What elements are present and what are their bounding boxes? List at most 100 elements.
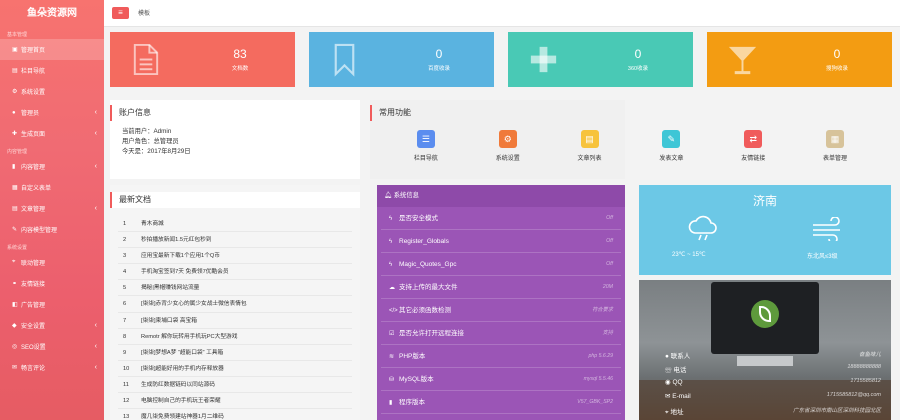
sidebar-item-generate-pages[interactable]: ✚ 生成页面 ‹ [0, 123, 104, 144]
chevron-left-icon: ‹ [94, 322, 97, 329]
stat-card-documents[interactable]: 83 文档数 [110, 32, 295, 87]
person-icon: ● [665, 353, 669, 360]
list-item[interactable]: 11 生成防红数据链码以同站源码 [118, 377, 352, 394]
contact-phone: ☏ 电话 18888888888 [665, 364, 881, 374]
list-item[interactable]: 8 Remotr 解你玩转用手机玩PC大型游戏 [118, 329, 352, 345]
home-icon: ▣ [12, 47, 18, 53]
function-form-manage[interactable]: ▦ 表单管理 [808, 130, 863, 162]
sidebar-item-ads[interactable]: ◧ 广告管理 [0, 294, 104, 315]
chevron-left-icon: ‹ [94, 109, 97, 116]
system-row: </>其它必须函数检测 符合要求 [381, 299, 621, 322]
account-panel: 账户信息 当前用户：Admin 用户角色：总管理员 今天是：2017年8月29日 [110, 100, 360, 179]
stat-label: 文档数 [231, 66, 249, 72]
cloud-upload-icon: ☁ [389, 285, 395, 291]
sidebar-item-home[interactable]: ▣ 管理首页 [0, 39, 104, 60]
list-item[interactable]: 2 秒拍播放新闻1.5元红包秒到 [118, 232, 352, 249]
sidebar-item-friend-links[interactable]: ⚭ 友情链接 [0, 273, 104, 294]
contact-person: ● 联系人 奋鱼味儿 [665, 352, 881, 360]
list-item[interactable]: 3 应用宝最新下载1个应用1个Q币 [118, 248, 352, 265]
monitor-image [711, 282, 819, 354]
stat-card-baidu[interactable]: 0 百度收录 [309, 32, 494, 87]
bookmark-icon [334, 43, 355, 77]
sidebar-item-security[interactable]: ◆ 安全设置 ‹ [0, 315, 104, 336]
function-system-settings[interactable]: ⚙ 系统设置 [480, 130, 535, 162]
link-icon: ⇄ [744, 130, 763, 148]
current-user: 当前用户：Admin [122, 128, 172, 135]
stat-card-360[interactable]: 0 360收录 [508, 32, 693, 87]
sidebar-item-column-nav[interactable]: ▤ 栏目导航 [0, 60, 104, 81]
location-icon: ⌖ [665, 409, 669, 416]
article-icon: ▤ [12, 206, 18, 212]
bell-icon: 🔔︎ [384, 192, 394, 199]
model-icon: ✎ [12, 227, 18, 233]
sidebar-item-content[interactable]: ▮ 内容管理 ‹ [0, 156, 104, 177]
stat-value: 0 [435, 47, 443, 61]
comment-icon: ✉ [12, 365, 18, 371]
list-item[interactable]: 9 [柒柒]梦想A梦 “超能口袋” 工具箱 [118, 345, 352, 361]
file-icon: ▤ [580, 130, 599, 148]
account-title: 账户信息 [110, 105, 360, 121]
system-row: ϟ Magic_Quotes_Gpc Off [381, 253, 621, 276]
list-item[interactable]: 1 青木商城 [118, 216, 352, 233]
system-row: ϟ Register_Globals Off [381, 230, 621, 253]
checkbox-icon: ☑ [389, 331, 395, 337]
qq-icon: ◉ [665, 379, 671, 386]
sidebar-item-comments[interactable]: ✉ 畅言评论 ‹ [0, 357, 104, 378]
system-info-panel: 🔔︎ 系统信息 ϟ 是否安全模式 Off ϟ Register_Globals Off … [377, 185, 625, 420]
function-friend-links[interactable]: ⇄ 友情链接 [726, 130, 781, 162]
contact-email: ✉ E-mail 1715585812@qq.com [665, 392, 881, 400]
nav-section-title: 系统设置 [7, 245, 28, 251]
stat-value: 0 [634, 47, 642, 61]
document-icon [133, 43, 159, 76]
sidebar-item-admins[interactable]: ● 管理员 ‹ [0, 102, 104, 123]
nav-section-title: 内容管理 [7, 149, 28, 155]
user-icon: ● [12, 109, 16, 116]
stat-label: 搜狗收录 [825, 66, 848, 72]
weather-wind: 东北风≤3级 [807, 254, 838, 260]
menu-icon: ☰ [416, 130, 435, 148]
gear-icon: ⚙ [498, 130, 517, 148]
menu-toggle-button[interactable]: ≡ [112, 7, 129, 19]
list-item[interactable]: 6 [柒柒]赤背少女心的属少女战士微信表情包 [118, 296, 352, 313]
system-row: ⛁ MySQL版本 mysql 5.5.46 [381, 368, 621, 391]
function-article-list[interactable]: ▤ 文章列表 [562, 130, 617, 162]
doc-icon: ▮ [12, 164, 16, 170]
stat-card-sogou[interactable]: 0 搜狗收录 [707, 32, 892, 87]
sidebar-item-linkage[interactable]: ⌖ 联动管理 [0, 252, 104, 273]
function-publish-article[interactable]: ✎ 发表文章 [644, 130, 699, 162]
sidebar-item-custom-form[interactable]: ▦ 自定义表单 [0, 177, 104, 198]
list-item[interactable]: 5 揭秘|黑帽赚钱网站流量 [118, 280, 352, 297]
system-row: ▮ 程序版本 V57_GBK_SP2 [381, 391, 621, 414]
mail-icon: ✉ [665, 393, 671, 400]
sidebar-item-seo[interactable]: ◎ SEO设置 ‹ [0, 336, 104, 357]
seo-icon: ◎ [12, 344, 18, 350]
chain-icon: ⚭ [12, 281, 18, 287]
code-icon: </> [389, 308, 398, 314]
sidebar-item-system-settings[interactable]: ⚙ 系统设置 [0, 81, 104, 102]
function-column-nav[interactable]: ☰ 栏目导航 [398, 130, 453, 162]
list-item[interactable]: 13 魔几柒免费领建站神器1月二维码 [118, 409, 352, 420]
wind-icon [813, 217, 840, 241]
sidebar-item-content-model[interactable]: ✎ 内容模型管理 [0, 219, 104, 240]
sidebar-item-articles[interactable]: ▤ 文章管理 ‹ [0, 198, 104, 219]
stat-label: 360收录 [627, 66, 649, 72]
list-item[interactable]: 10 [柒柒]超能好用的手机内存释放器 [118, 361, 352, 377]
system-row: ϟ 是否安全模式 Off [381, 207, 621, 230]
chevron-left-icon: ‹ [94, 364, 97, 371]
today-date: 今天是：2017年8月29日 [122, 148, 191, 155]
weather-city: 济南 [752, 194, 777, 208]
breadcrumb[interactable]: 模板 [138, 8, 150, 17]
system-info-title: 🔔︎ 系统信息 [377, 185, 625, 207]
brush-icon: ✎ [662, 130, 681, 148]
system-row: ☑ 是否允许打开远程连接 支持 [381, 322, 621, 345]
list-item[interactable]: 4 手机淘宝签到7天 免费领7优酷会员 [118, 264, 352, 281]
database-icon: ⛁ [389, 377, 395, 383]
list-item[interactable]: 7 [柒柒]柬埔口袋 高宝箱 [118, 313, 352, 329]
chevron-left-icon: ‹ [94, 163, 97, 170]
list-item[interactable]: 12 电脑控制自己的手机玩王者荣耀 [118, 393, 352, 410]
form-icon: ▦ [826, 130, 845, 148]
lightning-icon: ϟ [389, 262, 393, 268]
cocktail-icon [728, 46, 757, 75]
chevron-left-icon: ‹ [94, 130, 97, 137]
latest-docs-title: 最新文档 [110, 192, 360, 208]
